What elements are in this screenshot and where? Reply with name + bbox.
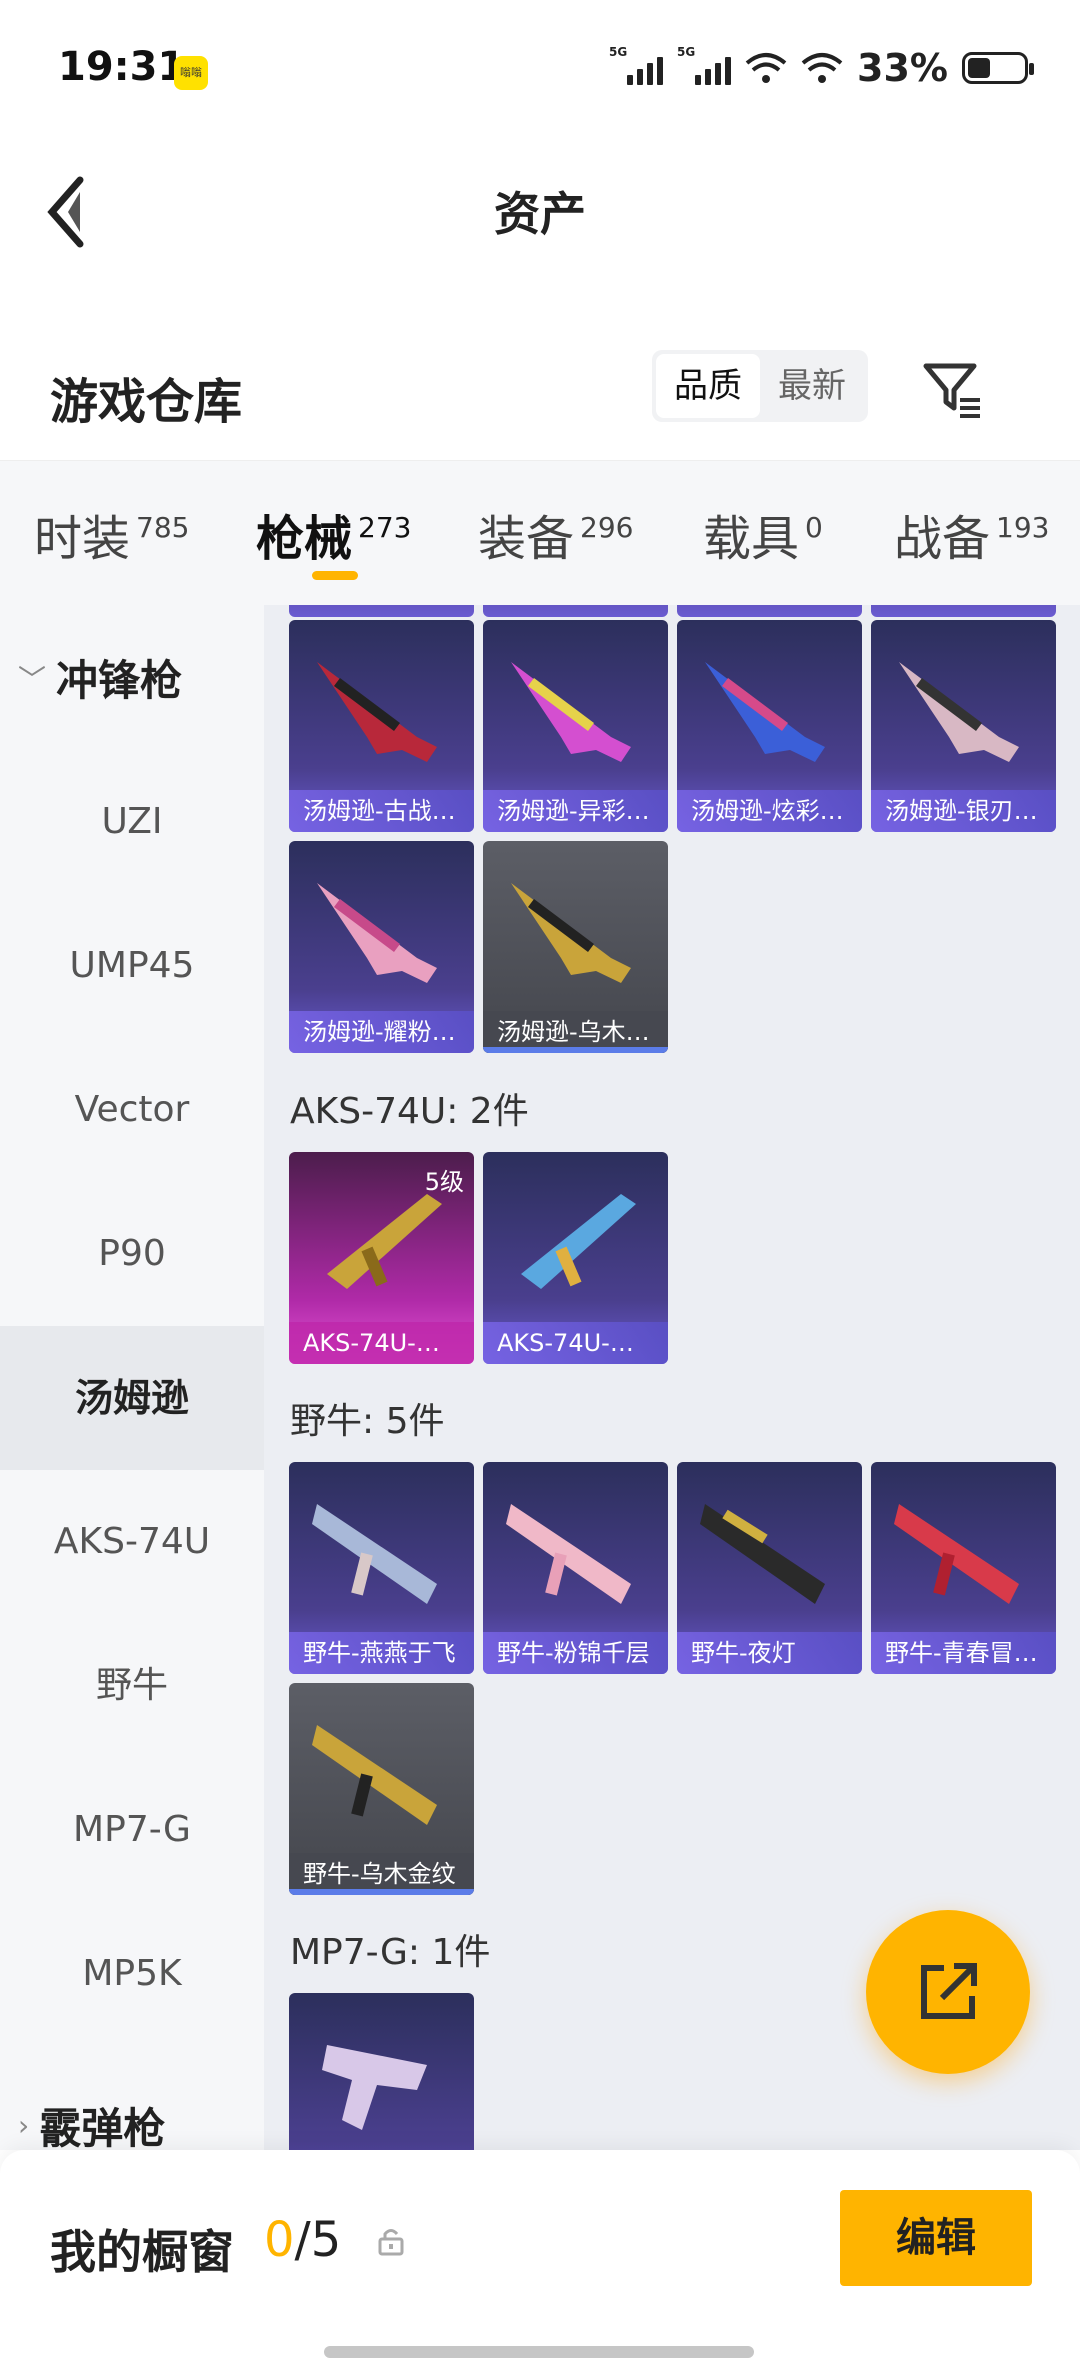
wifi-icon-2 [801,53,843,83]
weapon-card[interactable]: 野牛-乌木金纹 [289,1683,474,1895]
share-fab-button[interactable] [866,1910,1030,2074]
weapon-card[interactable]: 野牛-燕燕于飞 [289,1462,474,1674]
weapon-card[interactable]: 5级 AKS-74U-… [289,1152,474,1364]
showcase-bar: 我的橱窗 0/5 编辑 [0,2150,1080,2376]
sort-newest-button[interactable]: 最新 [760,354,864,418]
gun-image-icon [894,1504,1019,1604]
category-shotgun[interactable]: › 霰弹枪 [18,2095,165,2150]
tab-supplies[interactable]: 战备 193 [894,499,1049,569]
sidebar-item-p90[interactable]: P90 [0,1182,264,1326]
weapon-card[interactable] [289,605,474,617]
status-bar: 19:31 嗡嗡 5G 5G 33% [0,0,1080,130]
gun-image-icon [700,1504,825,1604]
gun-image-icon [312,1725,437,1825]
page-header: 资产 [0,130,1080,280]
weapon-card[interactable]: 野牛-夜灯 [677,1462,862,1674]
sort-segmented-control: 品质 最新 [652,350,868,422]
warehouse-title: 游戏仓库 [50,374,243,430]
edit-button[interactable]: 编辑 [840,2190,1032,2286]
filter-icon[interactable] [920,356,986,422]
notification-badge: 嗡嗡 [174,56,208,90]
level-badge: 5级 [424,1168,464,1196]
battery-icon [962,52,1034,84]
sort-quality-button[interactable]: 品质 [656,354,760,418]
sidebar-item-aks74u[interactable]: AKS-74U [0,1470,264,1614]
gun-image-icon [312,1504,437,1604]
signal-icon: 5G [609,45,664,85]
weapon-card[interactable] [677,605,862,617]
tab-vehicles[interactable]: 载具 0 [703,499,823,569]
sidebar-item-bison[interactable]: 野牛 [0,1614,264,1758]
gun-image-icon [317,883,437,983]
back-arrow-icon[interactable] [40,172,100,252]
sidebar-item-vector[interactable]: Vector [0,1038,264,1182]
page-title: 资产 [494,187,586,241]
group-title-aks74u: AKS-74U: 2件 [290,1091,529,1132]
signal-icon-2: 5G [677,45,732,85]
tab-equipment[interactable]: 装备 296 [478,499,633,569]
weapon-card[interactable]: AKS-74U-… [483,1152,668,1364]
gun-image-icon [705,662,825,762]
showcase-count: 0/5 [264,2212,342,2268]
gun-image-icon [317,662,437,762]
chevron-right-icon: › [18,2109,30,2142]
weapon-card[interactable]: 汤姆逊-异彩… [483,620,668,832]
category-smg[interactable]: ﹀ 冲锋枪 [18,647,182,708]
weapon-card[interactable]: 汤姆逊-银刃… [871,620,1056,832]
gun-image-icon [322,2045,427,2130]
weapon-card[interactable] [483,605,668,617]
chevron-down-icon: ﹀ [18,662,47,696]
group-title-bison: 野牛: 5件 [290,1401,445,1442]
sidebar-item-mp7g[interactable]: MP7-G [0,1758,264,1902]
tab-active-indicator [312,571,358,580]
weapon-card[interactable]: 汤姆逊-炫彩… [677,620,862,832]
gun-image-icon [511,883,631,983]
weapon-card[interactable]: 野牛-粉锦千层 [483,1462,668,1674]
sidebar-item-mp5k[interactable]: MP5K [0,1902,264,2046]
group-title-mp7g: MP7-G: 1件 [290,1932,491,1973]
weapon-card[interactable]: 野牛-青春冒… [871,1462,1056,1674]
status-time: 19:31 [58,44,186,90]
external-link-icon [921,1963,977,2019]
weapon-type-sidebar: ﹀ 冲锋枪 UZI UMP45 Vector P90 汤姆逊 AKS-74U 野牛… [0,605,264,2150]
gun-image-icon [899,662,1019,762]
home-indicator[interactable] [324,2346,754,2358]
weapon-card[interactable]: 汤姆逊-乌木… [483,841,668,1053]
weapon-card[interactable] [289,1993,474,2150]
status-right: 5G 5G 33% [609,45,1034,90]
tab-fashion[interactable]: 时装 785 [34,499,189,569]
weapon-card[interactable] [871,605,1056,617]
weapon-card[interactable]: 汤姆逊-耀粉… [289,841,474,1053]
warehouse-toolbar: 游戏仓库 品质 最新 [0,330,1080,460]
gun-image-icon [521,1194,636,1289]
tab-guns[interactable]: 枪械 273 [256,499,411,569]
sidebar-item-thompson[interactable]: 汤姆逊 [0,1326,264,1470]
showcase-label: 我的橱窗 [50,2225,234,2279]
weapon-card[interactable]: 汤姆逊-古战… [289,620,474,832]
gun-image-icon [511,662,631,762]
lock-icon [378,2229,404,2256]
battery-percent: 33% [857,46,948,90]
category-tabs: 时装 785 枪械 273 装备 296 载具 0 战备 193 [0,460,1080,605]
sidebar-item-ump45[interactable]: UMP45 [0,894,264,1038]
gun-image-icon [506,1504,631,1604]
wifi-icon [745,53,787,83]
sidebar-item-uzi[interactable]: UZI [0,750,264,894]
